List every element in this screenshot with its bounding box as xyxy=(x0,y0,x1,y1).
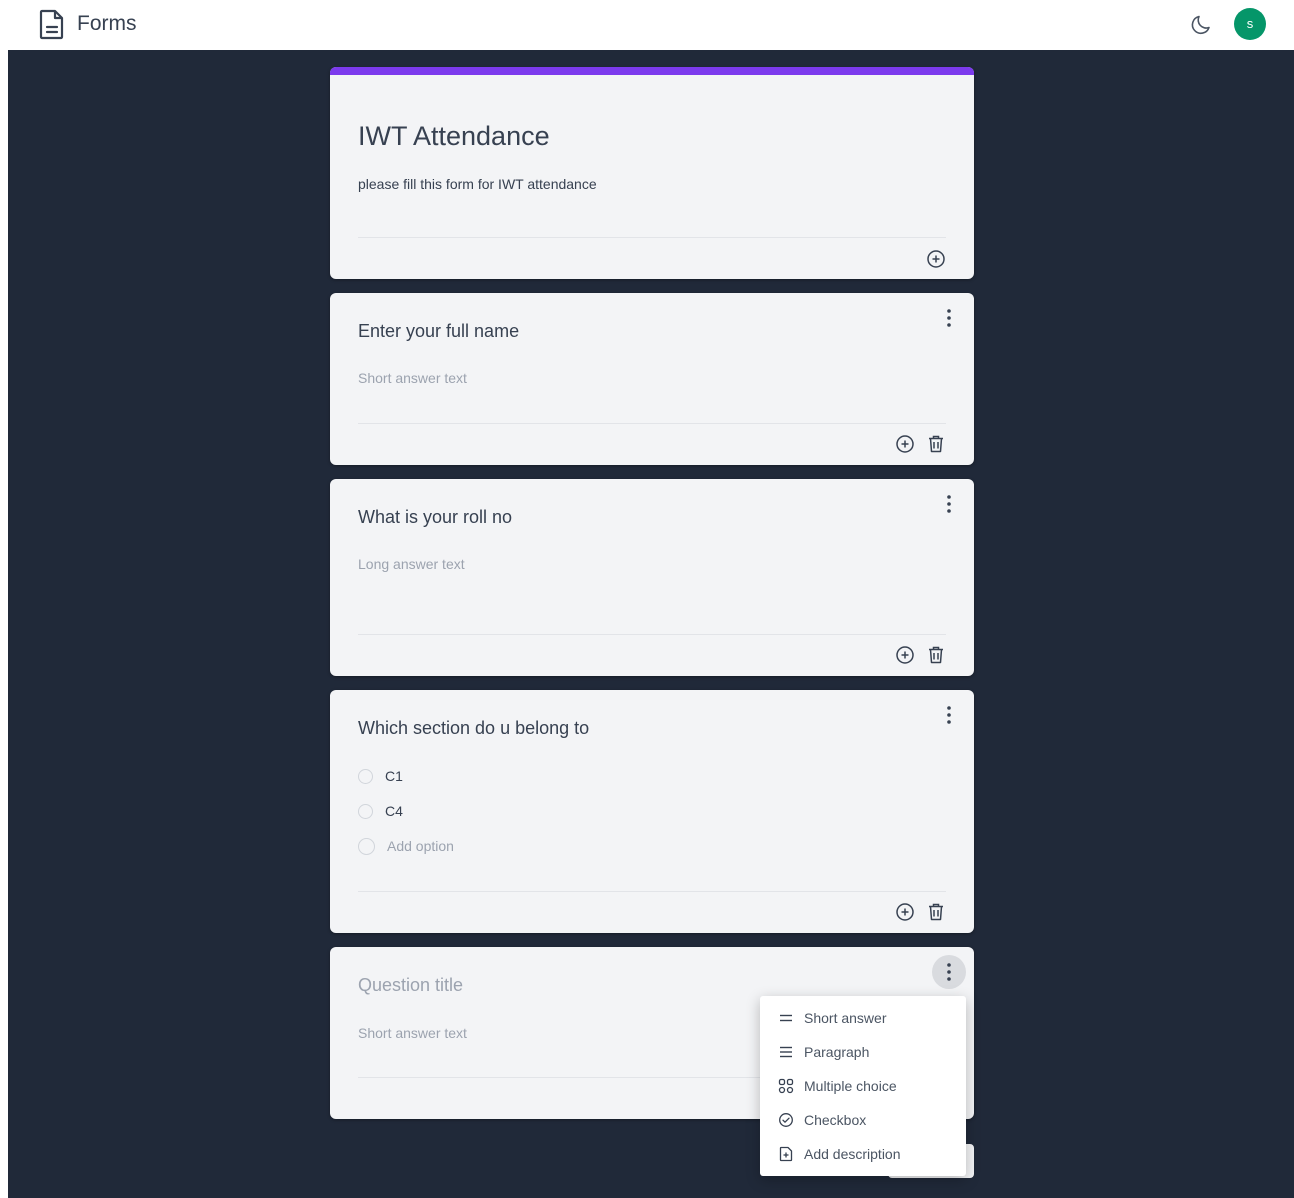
question-title-input[interactable]: Question title xyxy=(358,975,463,996)
menu-item-checkbox[interactable]: Checkbox xyxy=(760,1103,966,1137)
menu-item-short-answer[interactable]: Short answer xyxy=(760,1001,966,1035)
option-row[interactable]: C4 xyxy=(358,801,403,821)
more-options-icon[interactable] xyxy=(937,492,961,516)
add-question-icon[interactable] xyxy=(894,644,916,666)
menu-item-add-description[interactable]: Add description xyxy=(760,1137,966,1171)
trash-icon[interactable] xyxy=(925,644,947,666)
add-description-icon xyxy=(779,1146,793,1162)
more-options-icon[interactable] xyxy=(937,703,961,727)
moon-icon[interactable] xyxy=(1190,12,1214,36)
more-options-icon[interactable] xyxy=(932,955,966,989)
answer-placeholder: Short answer text xyxy=(358,1025,467,1041)
top-bar: Forms s xyxy=(0,0,1294,50)
question-title[interactable]: Enter your full name xyxy=(358,321,519,342)
trash-icon[interactable] xyxy=(925,901,947,923)
short-answer-icon xyxy=(780,1014,792,1022)
more-options-icon[interactable] xyxy=(937,306,961,330)
radio-button[interactable] xyxy=(358,768,373,784)
form-header-card: IWT Attendance please fill this form for… xyxy=(330,67,974,279)
menu-item-multiple-choice[interactable]: Multiple choice xyxy=(760,1069,966,1103)
answer-placeholder: Short answer text xyxy=(358,370,467,386)
question-title[interactable]: What is your roll no xyxy=(358,507,512,528)
add-question-icon[interactable] xyxy=(925,248,947,270)
radio-button[interactable] xyxy=(358,803,373,819)
app-title: Forms xyxy=(77,12,137,35)
multiple-choice-icon xyxy=(778,1078,794,1094)
option-label[interactable]: C1 xyxy=(385,768,403,784)
form-title[interactable]: IWT Attendance xyxy=(358,121,550,152)
question-card[interactable]: Which section do u belong to C1 C4 Add o… xyxy=(330,690,974,933)
form-description[interactable]: please fill this form for IWT attendance xyxy=(358,176,597,192)
checkbox-icon xyxy=(779,1113,793,1127)
form-editor-area: IWT Attendance please fill this form for… xyxy=(8,50,1294,1198)
question-card[interactable]: What is your roll no Long answer text xyxy=(330,479,974,676)
divider xyxy=(358,891,946,892)
trash-icon[interactable] xyxy=(925,433,947,455)
option-label[interactable]: C4 xyxy=(385,803,403,819)
paragraph-icon xyxy=(780,1046,792,1058)
add-question-icon[interactable] xyxy=(894,901,916,923)
avatar[interactable]: s xyxy=(1234,8,1266,40)
accent-bar xyxy=(330,67,974,75)
menu-item-paragraph[interactable]: Paragraph xyxy=(760,1035,966,1069)
divider xyxy=(358,423,946,424)
divider xyxy=(358,237,946,238)
option-row[interactable]: C1 xyxy=(358,766,403,786)
add-option-button[interactable]: Add option xyxy=(387,838,454,854)
answer-placeholder: Long answer text xyxy=(358,556,465,572)
radio-button xyxy=(358,837,375,855)
add-option-row[interactable]: Add option xyxy=(358,836,454,856)
document-icon[interactable] xyxy=(38,8,66,40)
divider xyxy=(358,1077,778,1078)
add-question-icon[interactable] xyxy=(894,433,916,455)
question-type-menu: Short answer Paragraph Multiple choice C… xyxy=(760,996,966,1176)
question-card[interactable]: Enter your full name Short answer text xyxy=(330,293,974,465)
question-title[interactable]: Which section do u belong to xyxy=(358,718,589,739)
divider xyxy=(358,634,946,635)
